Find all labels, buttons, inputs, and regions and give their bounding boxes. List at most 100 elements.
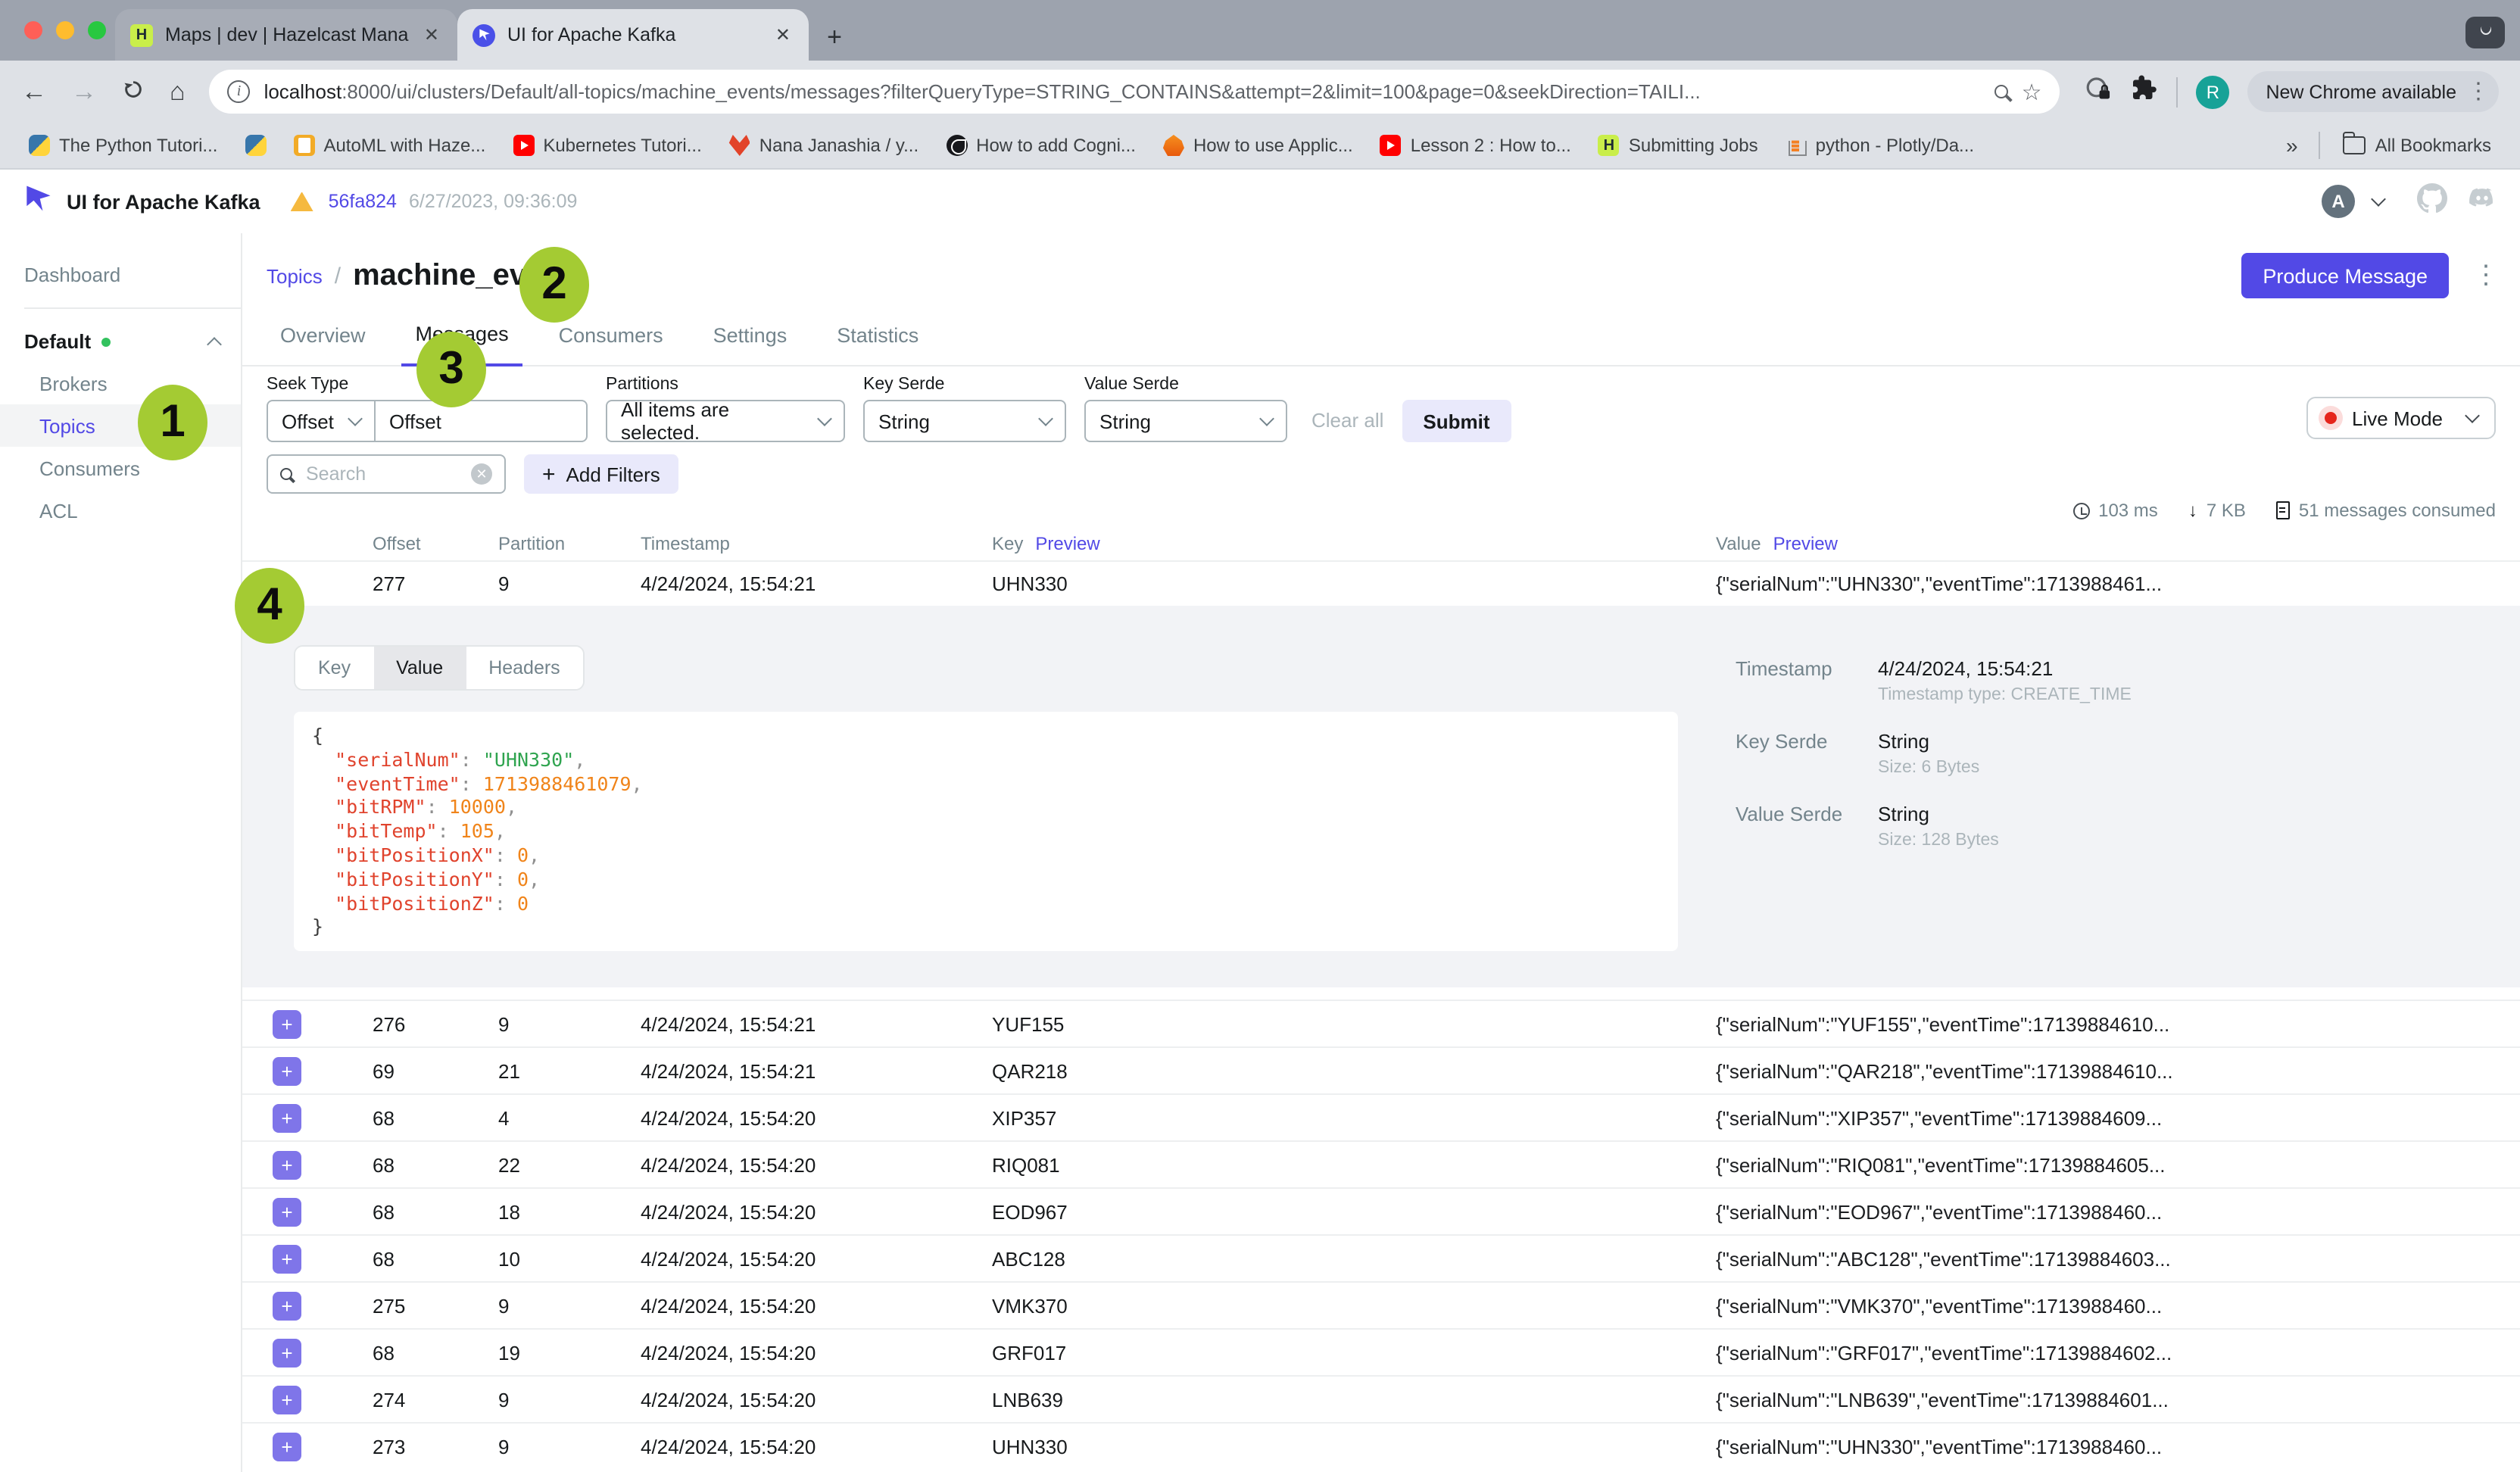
bookmark-item[interactable]: How to use Applic...: [1149, 130, 1367, 161]
browser-toolbar: ← → ⌂ i localhost:8000/ui/clusters/Defau…: [0, 61, 2520, 123]
seek-type-select[interactable]: Offset: [267, 400, 376, 442]
version-warning-icon: [291, 192, 313, 211]
tab-search-button[interactable]: [2465, 17, 2505, 48]
url-bar[interactable]: i localhost:8000/ui/clusters/Default/all…: [210, 70, 2060, 114]
table-row-expanded[interactable]: 277 9 4/24/2024, 15:54:21 UHN330 {"seria…: [242, 560, 2520, 606]
bookmark-item[interactable]: [231, 130, 279, 161]
search-icon: [280, 468, 292, 480]
cell-key: EOD967: [992, 1200, 1716, 1223]
cell-key: GRF017: [992, 1341, 1716, 1364]
close-window-button[interactable]: [24, 21, 42, 39]
bookmark-item[interactable]: Kubernetes Tutori...: [499, 130, 715, 161]
forward-button[interactable]: →: [71, 79, 97, 104]
expand-row-button[interactable]: +: [273, 1244, 301, 1273]
search-input[interactable]: [303, 462, 460, 486]
cell-timestamp: 4/24/2024, 15:54:20: [641, 1388, 992, 1411]
message-detail-panel: KeyValueHeaders { "serialNum": "UHN330",…: [242, 606, 2520, 987]
all-bookmarks-button[interactable]: All Bookmarks: [2330, 130, 2505, 161]
tab-statistics[interactable]: Statistics: [823, 324, 932, 365]
sidebar-cluster-items: BrokersTopicsConsumersACL: [0, 362, 241, 532]
cell-value: {"serialNum":"RIQ081","eventTime":171398…: [1716, 1153, 2520, 1176]
bookmark-star-icon[interactable]: ☆: [2022, 78, 2042, 105]
bookmark-item[interactable]: The Python Tutori...: [15, 130, 231, 161]
expand-row-button[interactable]: +: [273, 1103, 301, 1132]
partitions-select[interactable]: All items are selected.: [606, 400, 845, 442]
expand-row-button[interactable]: +: [273, 1009, 301, 1038]
key-preview-link[interactable]: Preview: [1035, 533, 1099, 554]
sidebar-item-dashboard[interactable]: Dashboard: [0, 254, 241, 295]
cell-value: {"serialNum":"XIP357","eventTime":171398…: [1716, 1106, 2520, 1129]
bookmark-item[interactable]: How to add Cogni...: [932, 130, 1149, 161]
browser-tab-kafka-ui[interactable]: UI for Apache Kafka ✕: [457, 9, 809, 61]
cell-offset: 69: [373, 1059, 498, 1082]
discord-icon[interactable]: [2465, 182, 2499, 220]
extensions-icon[interactable]: [2131, 74, 2158, 109]
chevron-up-icon[interactable]: [207, 336, 222, 351]
expand-row-button[interactable]: +: [273, 1197, 301, 1226]
detail-tab-key[interactable]: Key: [295, 647, 373, 689]
expand-row-button[interactable]: +: [273, 1432, 301, 1461]
zoom-icon[interactable]: [1994, 85, 2008, 98]
github-icon[interactable]: [2417, 182, 2447, 220]
chevron-down-icon[interactable]: [2371, 191, 2386, 206]
toolbar-right: R New Chrome available ⋮: [2084, 71, 2499, 112]
produce-message-button[interactable]: Produce Message: [2241, 253, 2449, 298]
clear-search-icon[interactable]: ✕: [471, 463, 492, 485]
close-tab-icon[interactable]: ✕: [421, 24, 442, 45]
expand-row-button[interactable]: +: [273, 1291, 301, 1320]
back-button[interactable]: ←: [21, 79, 47, 104]
close-tab-icon[interactable]: ✕: [772, 24, 794, 45]
sidebar-cluster-default[interactable]: Default: [0, 321, 241, 362]
clear-all-button[interactable]: Clear all: [1311, 409, 1383, 432]
col-key: KeyPreview: [992, 533, 1716, 554]
sidebar-item-acl[interactable]: ACL: [0, 489, 241, 532]
page-menu-icon[interactable]: ⋮: [2473, 260, 2499, 291]
detail-tab-value[interactable]: Value: [373, 647, 466, 689]
browser-tab-hazelcast[interactable]: H Maps | dev | Hazelcast Mana ✕: [115, 9, 457, 61]
value-serde-select[interactable]: String: [1084, 400, 1287, 442]
search-box[interactable]: ✕: [267, 454, 506, 494]
key-serde-select[interactable]: String: [863, 400, 1066, 442]
expand-row-button[interactable]: +: [273, 1150, 301, 1179]
new-tab-button[interactable]: +: [815, 15, 854, 61]
browser-profile-avatar[interactable]: R: [2196, 75, 2229, 108]
live-mode-button[interactable]: Live Mode: [2306, 397, 2496, 439]
bookmark-item[interactable]: Nana Janashia / y...: [716, 130, 932, 161]
sidebar-item-brokers[interactable]: Brokers: [0, 362, 241, 404]
bookmark-item[interactable]: python - Plotly/Da...: [1772, 130, 1988, 161]
tab-settings[interactable]: Settings: [700, 324, 801, 365]
bookmark-item[interactable]: Lesson 2 : How to...: [1367, 130, 1585, 161]
breadcrumb-topics-link[interactable]: Topics: [267, 264, 323, 287]
add-filters-button[interactable]: + Add Filters: [524, 454, 678, 494]
chrome-update-button[interactable]: New Chrome available ⋮: [2247, 71, 2499, 112]
bookmarks-separator: [2319, 132, 2321, 159]
expand-row-button[interactable]: +: [273, 1338, 301, 1367]
browser-menu-icon[interactable]: ⋮: [2467, 80, 2490, 103]
privacy-icon[interactable]: [2084, 73, 2113, 110]
bookmarks-overflow-button[interactable]: »: [2274, 133, 2310, 157]
cell-key: QAR218: [992, 1059, 1716, 1082]
version-link[interactable]: 56fa824: [329, 191, 397, 212]
bookmark-item[interactable]: AutoML with Haze...: [279, 130, 499, 161]
seek-offset-input[interactable]: [376, 400, 588, 442]
reload-button[interactable]: [121, 77, 145, 106]
detail-tab-headers[interactable]: Headers: [466, 647, 583, 689]
cell-value: {"serialNum":"ABC128","eventTime":171398…: [1716, 1247, 2520, 1270]
sidebar-item-consumers[interactable]: Consumers: [0, 447, 241, 489]
cell-partition: 9: [498, 1294, 641, 1317]
bookmark-item[interactable]: H Submitting Jobs: [1585, 130, 1772, 161]
maximize-window-button[interactable]: [88, 21, 106, 39]
value-preview-link[interactable]: Preview: [1773, 533, 1838, 554]
submit-button[interactable]: Submit: [1402, 400, 1511, 442]
tab-consumers[interactable]: Consumers: [545, 324, 677, 365]
tab-overview[interactable]: Overview: [267, 324, 379, 365]
expand-row-button[interactable]: +: [273, 1056, 301, 1085]
minimize-window-button[interactable]: [56, 21, 74, 39]
home-button[interactable]: ⌂: [170, 79, 186, 104]
site-info-icon[interactable]: i: [228, 80, 251, 103]
expand-row-button[interactable]: +: [273, 1385, 301, 1414]
cell-offset: 68: [373, 1106, 498, 1129]
col-offset: Offset: [373, 533, 498, 554]
cell-partition: 10: [498, 1247, 641, 1270]
user-avatar[interactable]: A: [2322, 185, 2355, 218]
